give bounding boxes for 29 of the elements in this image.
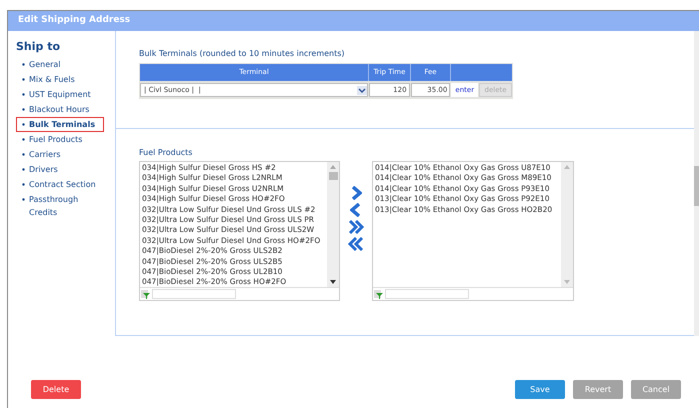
sidebar-link[interactable]: UST Equipment: [29, 88, 91, 100]
sidebar-link[interactable]: General: [29, 58, 61, 70]
section-title: Bulk Terminals (rounded to 10 minutes increments): [139, 48, 345, 60]
sidebar-link[interactable]: Contract Section: [29, 178, 96, 190]
sidebar-link[interactable]: Carriers: [29, 148, 61, 160]
filter-icon[interactable]: [374, 290, 383, 298]
section-title: Fuel Products: [139, 147, 192, 159]
sidebar-link[interactable]: Fuel Products: [29, 132, 82, 146]
sidebar-heading: Ship to: [16, 39, 62, 55]
sidebar-link[interactable]: Mix & Fuels: [29, 72, 75, 86]
filter-field[interactable]: [385, 289, 469, 299]
window-title: Edit Shipping Address: [18, 14, 130, 28]
scrollbar-thumb[interactable]: [328, 172, 338, 180]
selected-products-list[interactable]: [372, 161, 574, 301]
scrollbar-thumb[interactable]: [694, 166, 699, 206]
scroll-down-icon[interactable]: [330, 280, 336, 284]
sidebar-link[interactable]: Drivers: [29, 162, 58, 176]
available-products-list[interactable]: [139, 161, 340, 301]
move-left-icon[interactable]: [350, 203, 362, 217]
delete-button[interactable]: Delete: [31, 380, 81, 399]
scroll-up-icon[interactable]: [330, 165, 336, 169]
move-all-left-icon[interactable]: [348, 237, 364, 251]
move-all-right-icon[interactable]: [348, 220, 364, 234]
filter-icon[interactable]: [141, 290, 150, 298]
sidebar-link[interactable]: Blackout Hours: [29, 102, 90, 116]
sidebar-link[interactable]: Passthrough Credits: [29, 192, 103, 218]
move-right-icon[interactable]: [350, 186, 362, 200]
caret-icon: [356, 86, 367, 94]
filter-field[interactable]: [152, 289, 236, 299]
